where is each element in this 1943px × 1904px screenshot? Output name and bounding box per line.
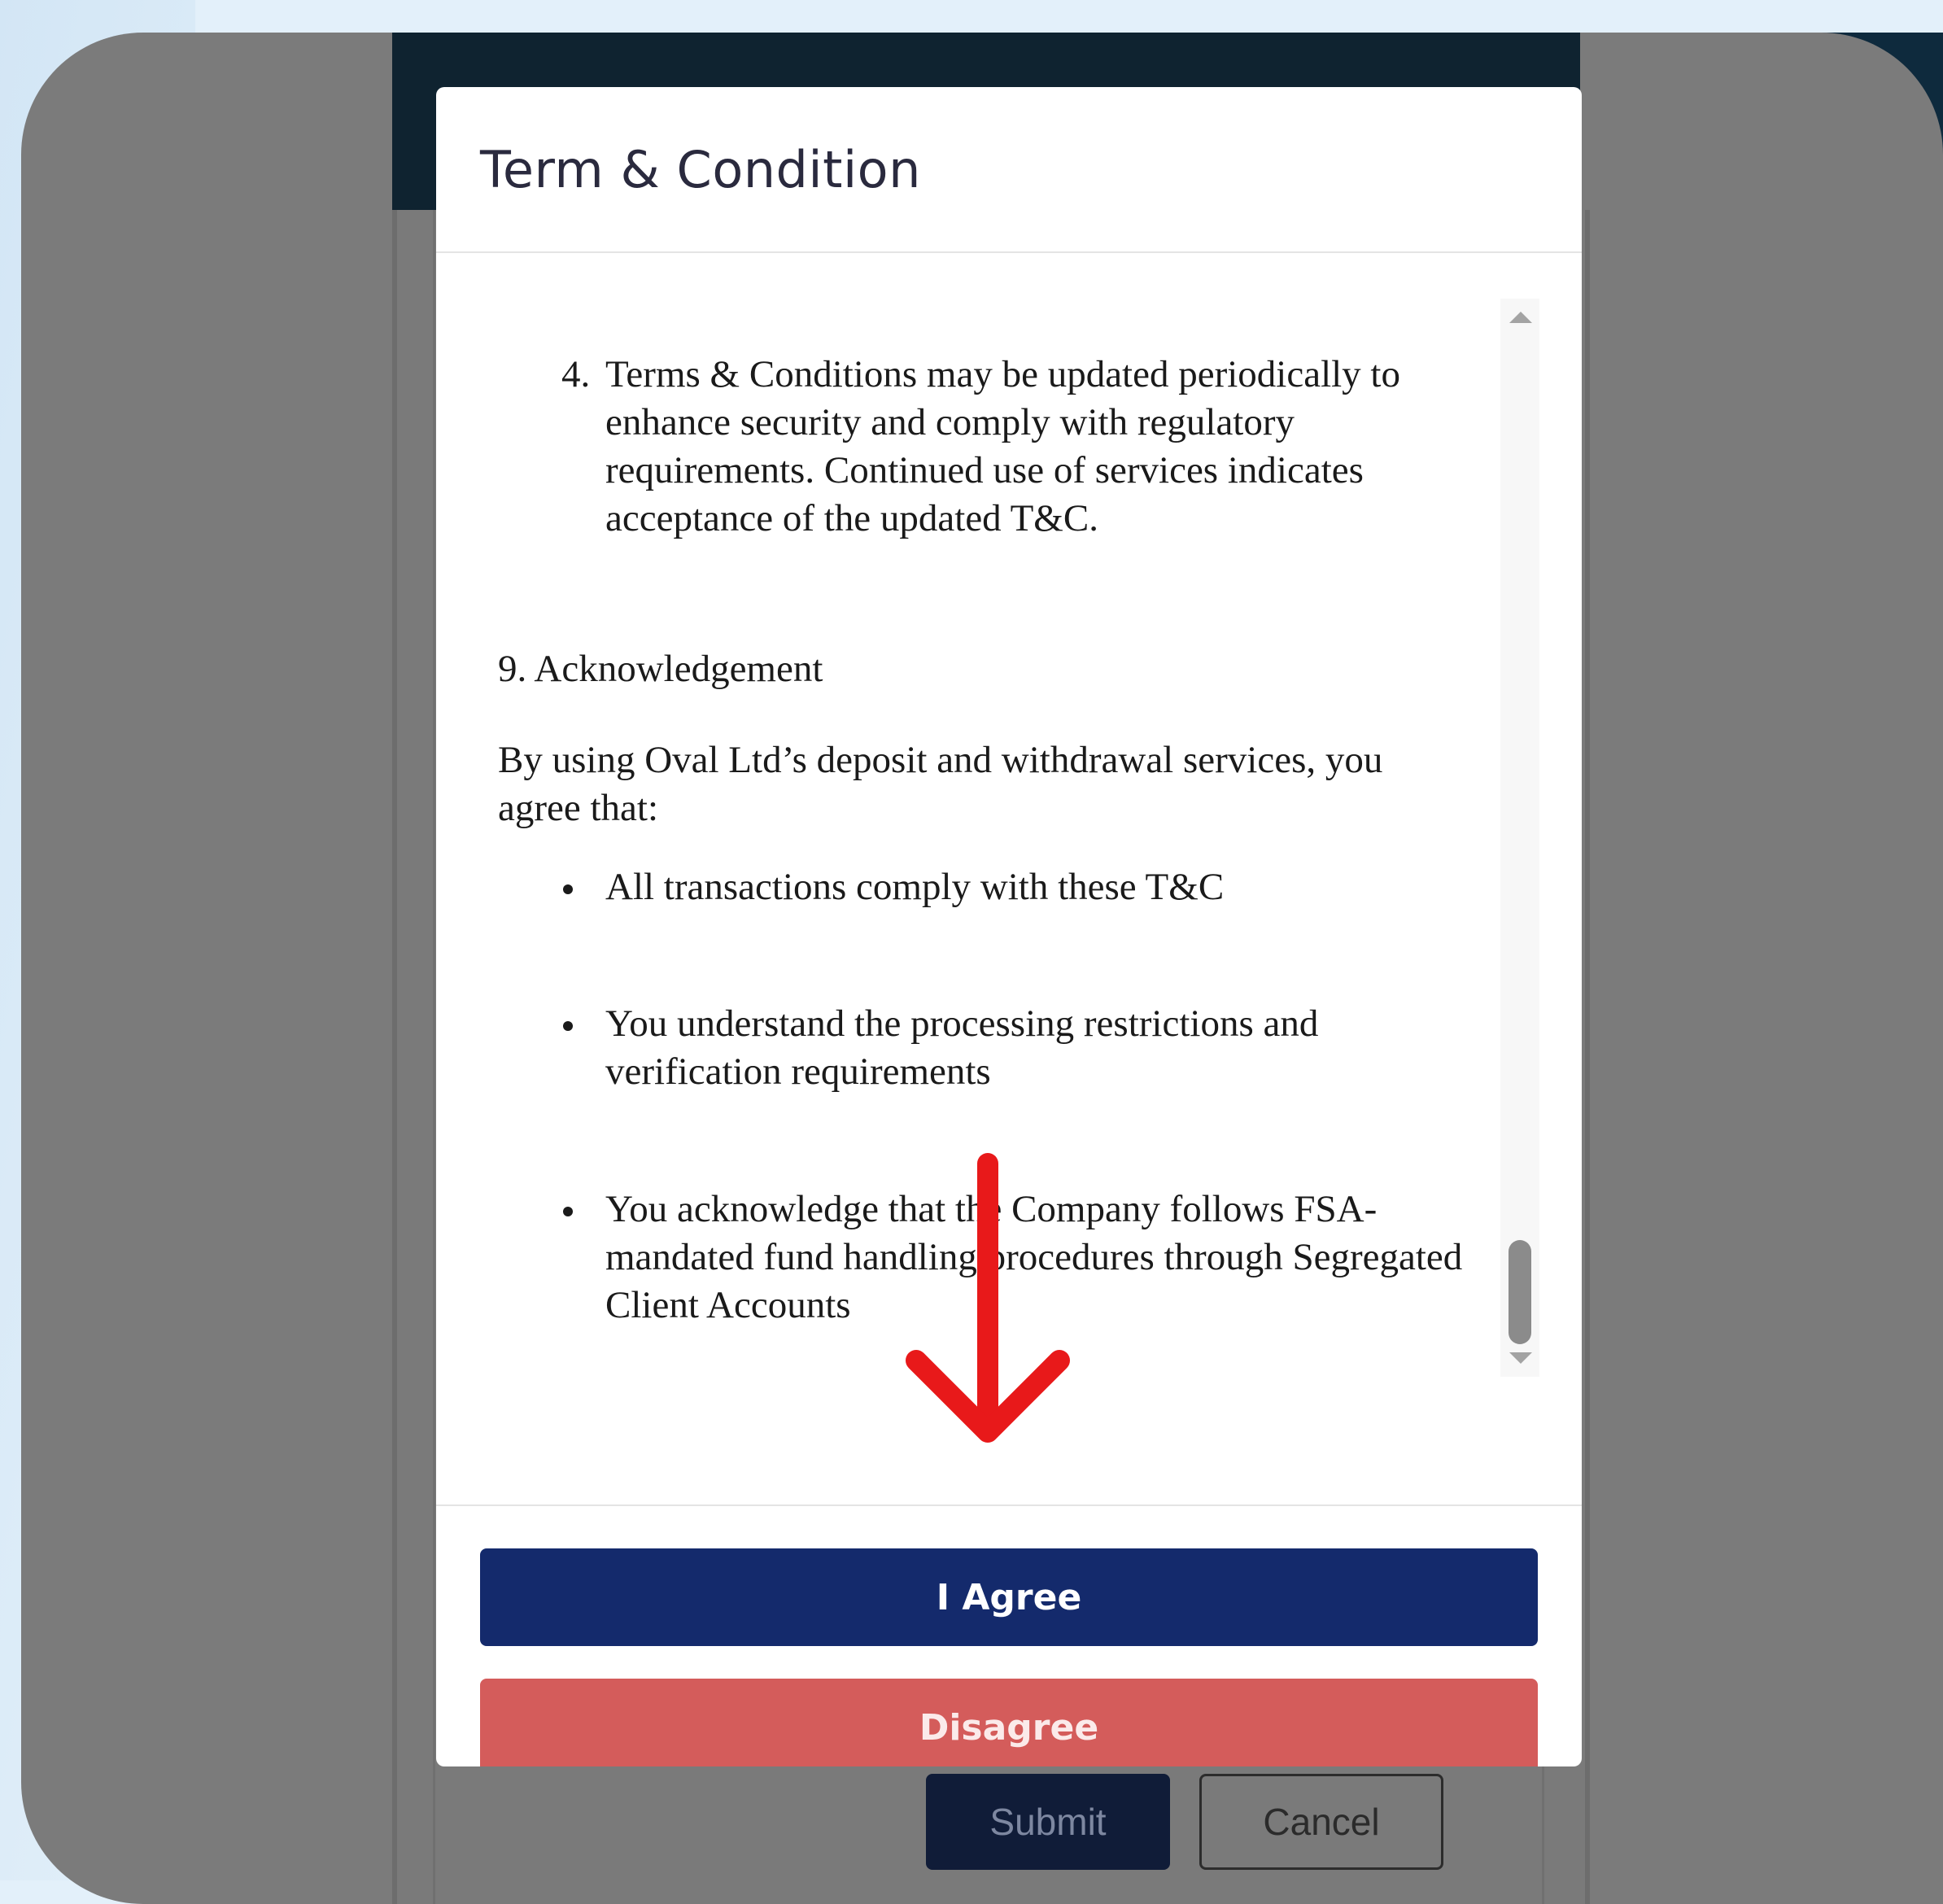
modal-header: Term & Condition bbox=[436, 87, 1582, 253]
disagree-button[interactable]: Disagree bbox=[480, 1679, 1538, 1766]
bullet-text: You understand the processing restrictio… bbox=[605, 1002, 1319, 1093]
screenshot-frame: Submit Cancel Term & Condition 4. Terms … bbox=[21, 33, 1943, 1904]
terms-scroll-area[interactable]: 4. Terms & Conditions may be updated per… bbox=[498, 302, 1474, 1319]
modal-footer: I Agree Disagree bbox=[436, 1504, 1582, 1766]
bullet-dot-icon bbox=[563, 884, 573, 894]
agree-button[interactable]: I Agree bbox=[480, 1548, 1538, 1646]
scroll-up-arrow-icon[interactable] bbox=[1509, 312, 1532, 323]
submit-button[interactable]: Submit bbox=[926, 1774, 1170, 1870]
bullet-text: You acknowledge that the Company follows… bbox=[605, 1188, 1463, 1319]
modal-title: Term & Condition bbox=[480, 139, 921, 199]
bullet-dot-icon bbox=[563, 1207, 573, 1216]
scrollbar-thumb[interactable] bbox=[1509, 1240, 1531, 1344]
modal-body: 4. Terms & Conditions may be updated per… bbox=[436, 253, 1582, 1504]
bullet-text: All transactions comply with these T&C bbox=[605, 866, 1225, 908]
bullet-dot-icon bbox=[563, 1021, 573, 1031]
cancel-button[interactable]: Cancel bbox=[1199, 1774, 1443, 1870]
section-heading: 9. Acknowledgement bbox=[498, 648, 823, 690]
vertical-scrollbar[interactable] bbox=[1500, 299, 1539, 1377]
terms-item-text: Terms & Conditions may be updated period… bbox=[605, 353, 1400, 539]
terms-modal: Term & Condition 4. Terms & Conditions m… bbox=[436, 87, 1582, 1766]
terms-item-number: 4. bbox=[561, 353, 591, 395]
scroll-down-arrow-icon[interactable] bbox=[1509, 1352, 1532, 1364]
section-intro: By using Oval Ltd’s deposit and withdraw… bbox=[498, 739, 1383, 829]
